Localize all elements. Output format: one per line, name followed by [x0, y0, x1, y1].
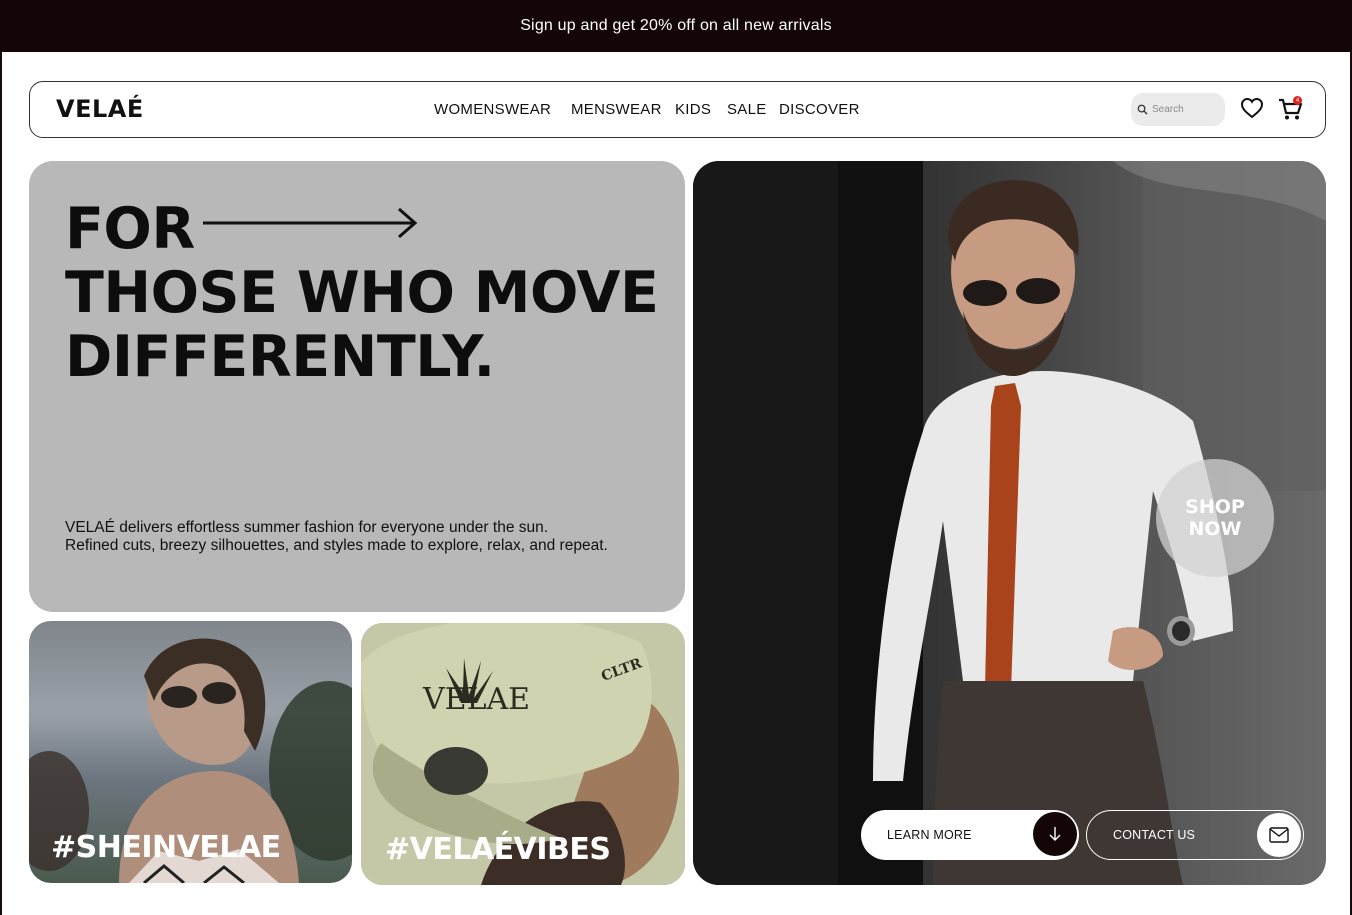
promo-text: Sign up and get 20% off on all new arriv…: [520, 17, 832, 34]
arrow-down-icon: [1049, 827, 1061, 841]
velaevibes-tile[interactable]: VELAE CLTR #VELAÉVIBES: [361, 623, 685, 885]
learn-more-button[interactable]: LEARN MORE: [861, 810, 1079, 860]
hero-desc-line-1: VELAÉ delivers effortless summer fashion…: [65, 519, 549, 536]
search-input[interactable]: [1152, 104, 1222, 115]
site-header: VELAÉ WOMENSWEAR MENSWEAR KIDS SALE DISC…: [29, 81, 1326, 138]
cart-count-badge: 4: [1293, 96, 1302, 105]
menu-item-sale[interactable]: SALE: [727, 101, 767, 118]
search-box[interactable]: [1131, 93, 1225, 126]
heart-icon[interactable]: [1240, 96, 1264, 120]
hero-desc-line-2: Refined cuts, breezy silhouettes, and st…: [65, 537, 608, 554]
sheinvelae-hashtag: #SHEINVELAE: [51, 830, 281, 865]
search-icon: [1137, 104, 1148, 115]
learn-more-circle: [1033, 812, 1077, 856]
shop-now-line-1: SHOP: [1185, 496, 1245, 518]
promo-banner[interactable]: Sign up and get 20% off on all new arriv…: [0, 0, 1352, 52]
contact-us-button[interactable]: CONTACT US: [1086, 810, 1304, 860]
feature-photo: SHOP NOW LEARN MORE CONTACT US: [693, 161, 1326, 885]
menu-item-womenswear[interactable]: WOMENSWEAR: [434, 101, 551, 118]
contact-us-circle: [1257, 813, 1301, 857]
arrow-right-icon: [203, 207, 418, 239]
headline-line-2: THOSE WHO MOVE: [65, 260, 659, 326]
headline-line-3: DIFFERENTLY.: [65, 324, 495, 390]
learn-more-label: LEARN MORE: [887, 828, 972, 842]
svg-text:VELAE: VELAE: [422, 682, 530, 717]
hero-card: FOR THOSE WHO MOVE DIFFERENTLY. VELAÉ de…: [29, 161, 685, 612]
shop-now-line-2: NOW: [1188, 518, 1242, 540]
hero-description: VELAÉ delivers effortless summer fashion…: [65, 519, 665, 555]
menu-item-discover[interactable]: DISCOVER: [779, 101, 860, 118]
menu-item-kids[interactable]: KIDS: [675, 101, 711, 118]
menu-item-menswear[interactable]: MENSWEAR: [571, 101, 662, 118]
sheinvelae-tile[interactable]: #SHEINVELAE: [29, 621, 352, 883]
contact-us-label: CONTACT US: [1113, 828, 1196, 842]
shop-now-button[interactable]: SHOP NOW: [1156, 459, 1274, 577]
mail-icon: [1269, 827, 1289, 843]
velaevibes-hashtag: #VELAÉVIBES: [385, 832, 611, 867]
